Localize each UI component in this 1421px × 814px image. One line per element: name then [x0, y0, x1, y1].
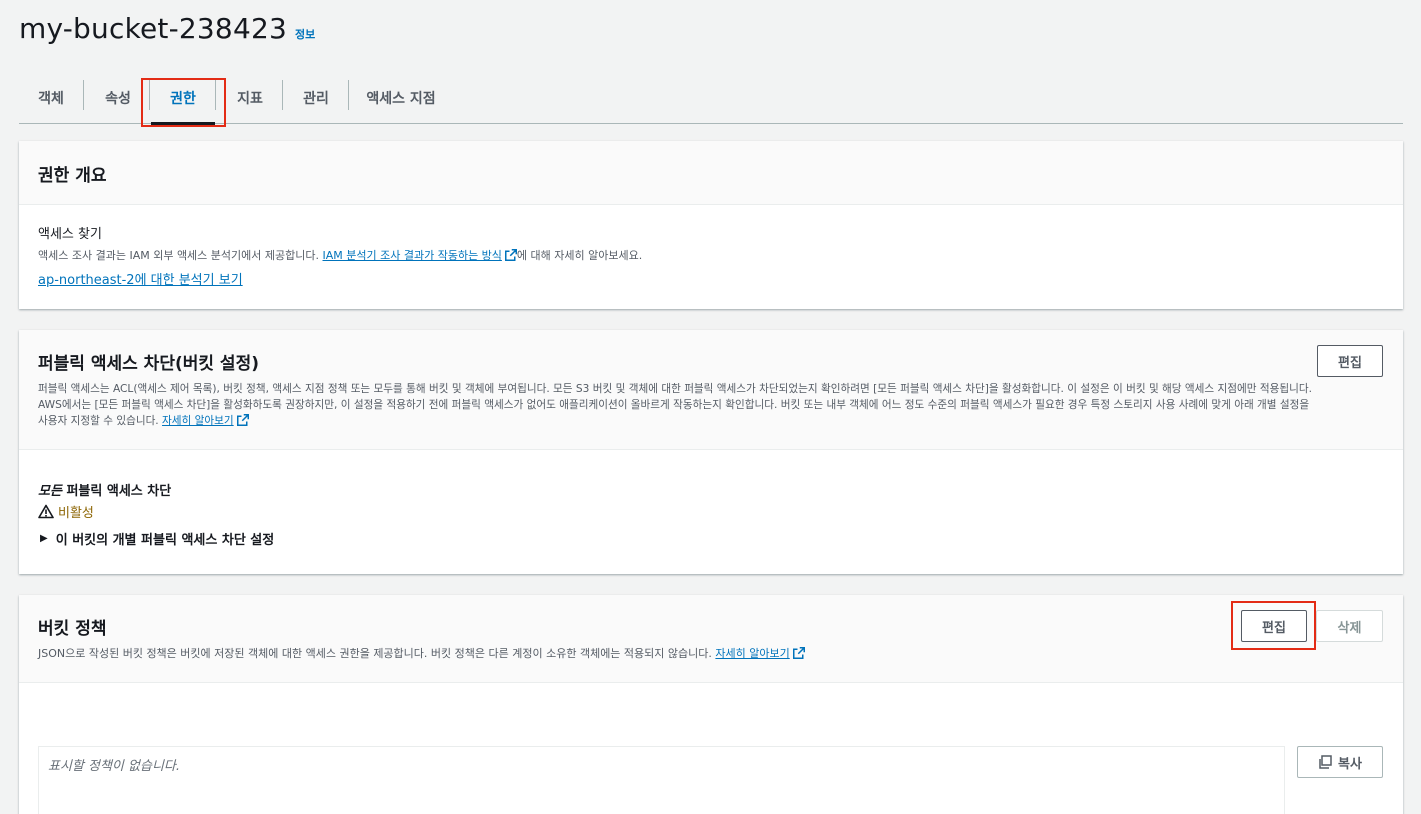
- bucket-policy-panel: 버킷 정책 JSON으로 작성된 버킷 정책은 버킷에 저장된 객체에 대한 액…: [19, 595, 1403, 814]
- tab-access-points[interactable]: 액세스 지점: [361, 72, 441, 124]
- description-line: 퍼블릭 액세스는 ACL(액세스 제어 목록), 버킷 정책, 액세스 지점 정…: [38, 383, 1312, 395]
- tab-divider: [282, 80, 283, 110]
- permissions-overview-panel: 권한 개요 액세스 찾기 액세스 조사 결과는 IAM 외부 액세스 분석기에서…: [19, 141, 1403, 309]
- access-finding-label: 액세스 찾기: [38, 227, 102, 242]
- tab-properties[interactable]: 속성: [97, 72, 139, 124]
- iam-analyzer-link[interactable]: IAM 분석기 조사 결과가 작동하는 방식: [323, 249, 502, 262]
- panel-title: 퍼블릭 액세스 차단(버킷 설정): [38, 354, 259, 374]
- view-analyzer-link[interactable]: ap-northeast-2에 대한 분석기 보기: [38, 269, 243, 288]
- description-line: AWS에서는 [모든 퍼블릭 액세스 차단]을 활성화하도록 권장하지만, 이 …: [38, 399, 1310, 411]
- copy-button[interactable]: 복사: [1297, 746, 1383, 778]
- panel-header: 버킷 정책 JSON으로 작성된 버킷 정책은 버킷에 저장된 객체에 대한 액…: [19, 595, 1403, 683]
- copy-icon: [1319, 755, 1332, 769]
- caret-right-icon: ▶: [40, 533, 48, 544]
- panel-header: 권한 개요: [19, 141, 1403, 205]
- tab-divider: [348, 80, 349, 110]
- delete-bucket-policy-button[interactable]: 삭제: [1316, 610, 1383, 642]
- description-line: 사용자 지정할 수 있습니다.: [38, 415, 163, 427]
- external-link-icon: [792, 647, 805, 659]
- panel-title: 권한 개요: [38, 166, 107, 186]
- edit-block-public-access-button[interactable]: 편집: [1317, 345, 1383, 377]
- expander-label: 이 버킷의 개별 퍼블릭 액세스 차단 설정: [55, 533, 275, 548]
- tab-metrics[interactable]: 지표: [229, 72, 271, 124]
- learn-more-link[interactable]: 자세히 알아보기: [715, 647, 789, 660]
- external-link-icon: [236, 414, 249, 426]
- individual-settings-expander[interactable]: ▶ 이 버킷의 개별 퍼블릭 액세스 차단 설정: [40, 529, 274, 548]
- description-text: 액세스 조사 결과는 IAM 외부 액세스 분석기에서 제공합니다.: [38, 249, 323, 262]
- tab-divider: [215, 80, 216, 110]
- tab-management[interactable]: 관리: [295, 72, 337, 124]
- tab-divider: [149, 80, 150, 110]
- description-text: JSON으로 작성된 버킷 정책은 버킷에 저장된 객체에 대한 액세스 권한을…: [38, 647, 716, 660]
- block-all-emphasis: 모든: [38, 484, 62, 499]
- tab-objects[interactable]: 객체: [31, 72, 71, 124]
- empty-policy-text: 표시할 정책이 없습니다.: [48, 759, 180, 774]
- status-badge: 비활성: [38, 502, 94, 521]
- block-all-text: 퍼블릭 액세스 차단: [61, 484, 172, 499]
- description-text: 에 대해 자세히 알아보세요.: [516, 249, 643, 262]
- warning-icon: [38, 504, 54, 519]
- info-link[interactable]: 정보: [295, 26, 315, 42]
- edit-bucket-policy-button[interactable]: 편집: [1241, 610, 1307, 642]
- bucket-policy-description: JSON으로 작성된 버킷 정책은 버킷에 저장된 객체에 대한 액세스 권한을…: [38, 646, 805, 662]
- page-title: my-bucket-238423: [19, 12, 287, 45]
- page-header: my-bucket-238423 정보: [19, 12, 315, 45]
- tab-divider: [83, 80, 84, 110]
- access-finding-description: 액세스 조사 결과는 IAM 외부 액세스 분석기에서 제공합니다. IAM 분…: [38, 248, 642, 264]
- panel-title: 버킷 정책: [38, 619, 107, 639]
- block-public-access-description: 퍼블릭 액세스는 ACL(액세스 제어 목록), 버킷 정책, 액세스 지점 정…: [38, 381, 1388, 429]
- tab-permissions[interactable]: 권한: [151, 72, 215, 125]
- panel-header: 퍼블릭 액세스 차단(버킷 설정) 편집 퍼블릭 액세스는 ACL(액세스 제어…: [19, 330, 1403, 450]
- policy-code-viewer[interactable]: 표시할 정책이 없습니다.: [38, 746, 1285, 814]
- block-public-access-panel: 퍼블릭 액세스 차단(버킷 설정) 편집 퍼블릭 액세스는 ACL(액세스 제어…: [19, 330, 1403, 574]
- block-all-public-access-label: 모든 퍼블릭 액세스 차단: [38, 480, 171, 499]
- external-link-icon: [504, 249, 517, 261]
- view-analyzer-link-label: ap-northeast-2에 대한 분석기 보기: [38, 273, 243, 288]
- learn-more-link[interactable]: 자세히 알아보기: [162, 415, 234, 427]
- tab-bar: 객체 속성 권한 지표 관리 액세스 지점: [19, 72, 1403, 125]
- status-text: 비활성: [58, 506, 94, 521]
- copy-button-label: 복사: [1338, 756, 1362, 772]
